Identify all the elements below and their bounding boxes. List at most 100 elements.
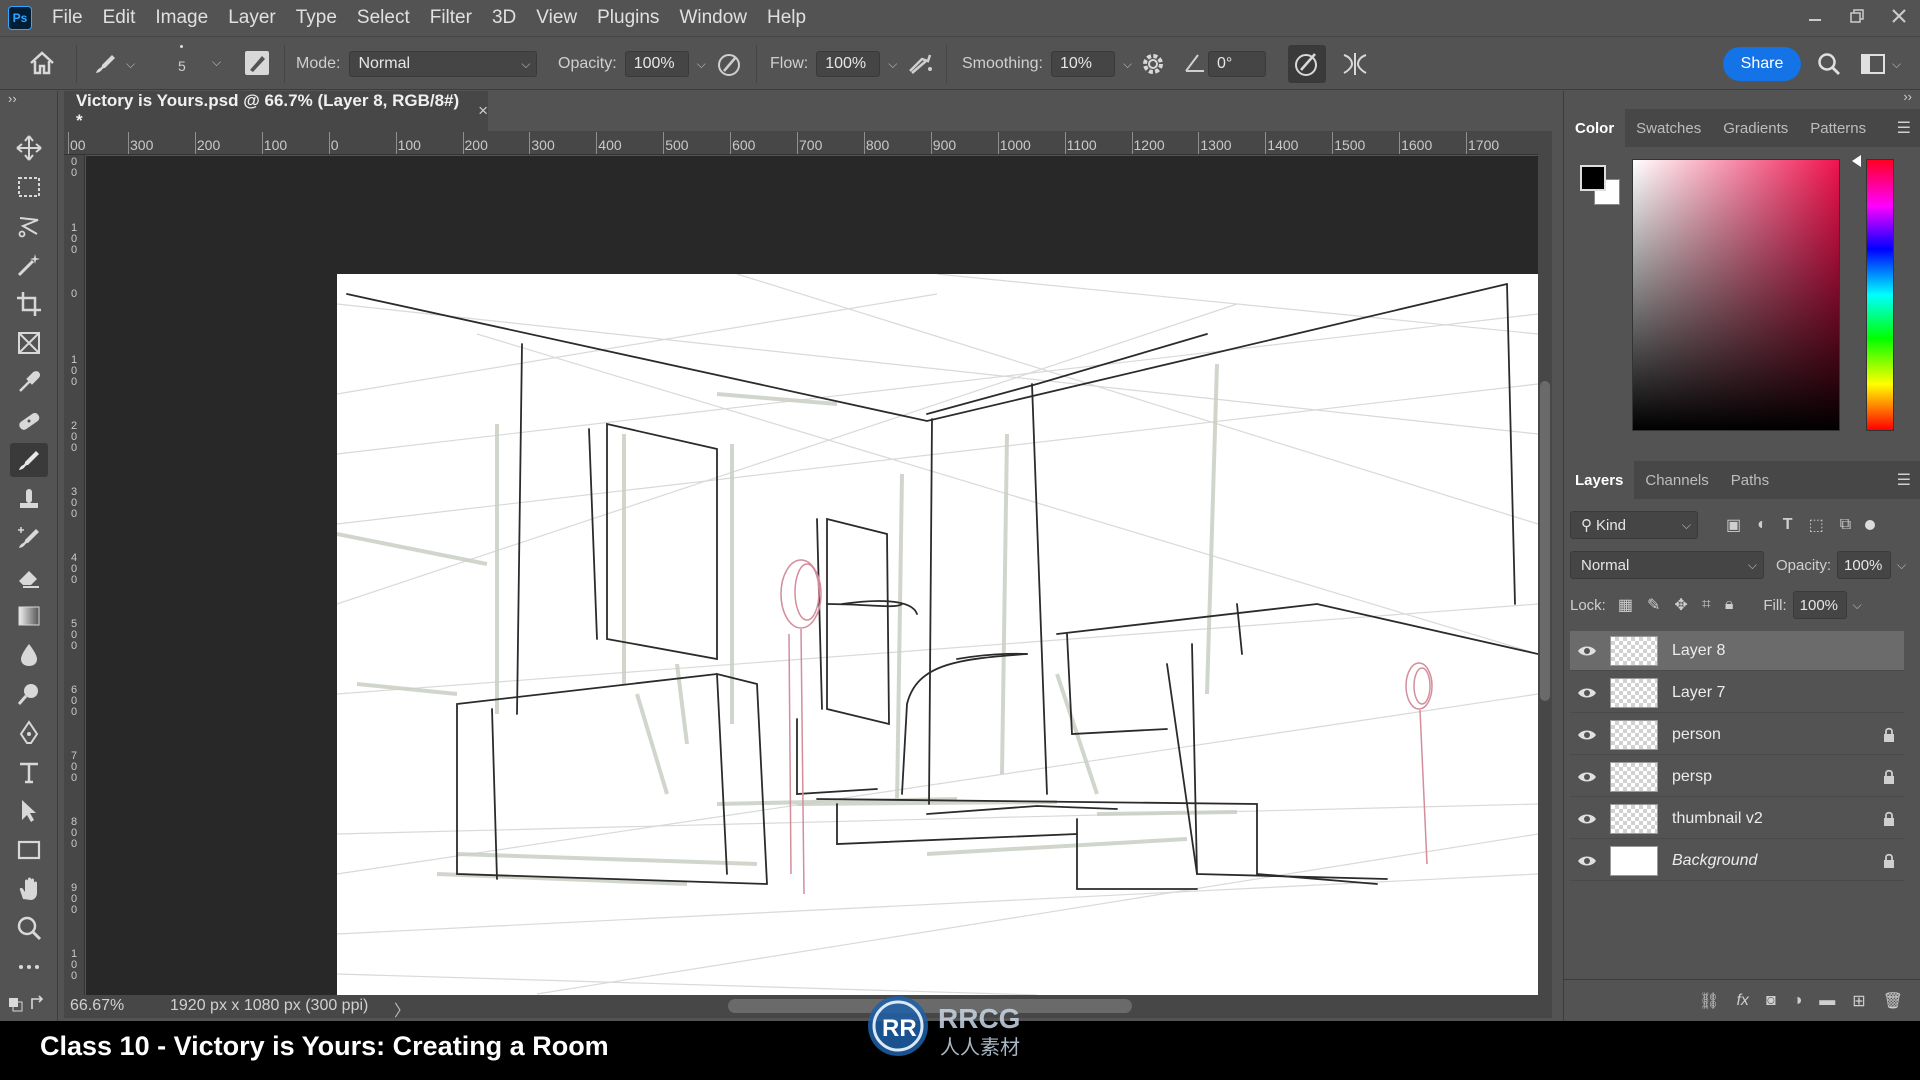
add-mask-icon[interactable]: ◙ — [1766, 992, 1776, 1010]
brush-tool-icon[interactable] — [10, 443, 48, 477]
layer-row[interactable]: Background — [1570, 841, 1904, 881]
menu-layer[interactable]: Layer — [218, 7, 286, 29]
zoom-level[interactable]: 66.67% — [70, 997, 124, 1015]
tab-patterns[interactable]: Patterns — [1799, 109, 1877, 147]
gear-icon[interactable] — [1140, 51, 1166, 77]
tab-swatches[interactable]: Swatches — [1625, 109, 1712, 147]
scroll-thumb[interactable] — [1540, 381, 1550, 701]
image-filter-icon[interactable]: ▣ — [1726, 515, 1741, 535]
filter-toggle-icon[interactable] — [1865, 520, 1876, 530]
eye-icon[interactable] — [1570, 854, 1604, 868]
path-selection-tool-icon[interactable] — [10, 794, 48, 828]
layer-opacity-input[interactable]: 100% — [1837, 551, 1892, 579]
rectangle-tool-icon[interactable] — [10, 833, 48, 867]
lasso-tool-icon[interactable] — [10, 209, 48, 243]
close-icon[interactable]: × — [478, 101, 488, 121]
document-tab[interactable]: Victory is Yours.psd @ 66.7% (Layer 8, R… — [64, 91, 488, 131]
panel-menu-icon[interactable]: ☰ — [1897, 470, 1911, 490]
foreground-color-swatch[interactable] — [1580, 165, 1606, 191]
search-icon[interactable] — [1816, 51, 1842, 77]
new-group-icon[interactable]: ▬ — [1819, 992, 1835, 1010]
layer-row[interactable]: persp — [1570, 757, 1904, 797]
menu-plugins[interactable]: Plugins — [587, 7, 669, 29]
chevron-down-icon[interactable]: ⌵ — [1123, 57, 1132, 72]
layer-filter-select[interactable]: ⚲ Kind ⌵ — [1570, 511, 1698, 539]
photoshop-logo[interactable]: Ps — [8, 5, 32, 30]
adjustment-layer-icon[interactable]: ◑ — [1793, 992, 1803, 1010]
pressure-opacity-icon[interactable] — [716, 51, 744, 77]
zoom-tool-icon[interactable] — [10, 911, 48, 945]
layer-row[interactable]: person — [1570, 715, 1904, 755]
vertical-scrollbar[interactable] — [1538, 131, 1552, 995]
vertical-ruler[interactable]: 0 0 1 0 0 0 1 0 0 2 0 0 3 0 0 4 0 0 5 0 0 6 0 0 7… — [64, 155, 85, 995]
adjustment-filter-icon[interactable]: ◐ — [1757, 516, 1767, 534]
eye-icon[interactable] — [1570, 728, 1604, 742]
clone-stamp-tool-icon[interactable] — [10, 482, 48, 516]
chevron-down-icon[interactable]: ⌵ — [212, 55, 221, 70]
layer-row[interactable]: thumbnail v2 — [1570, 799, 1904, 839]
chevron-down-icon[interactable]: ⌵ — [1853, 598, 1862, 613]
chevron-right-icon[interactable]: 〉 — [394, 997, 410, 1021]
dodge-tool-icon[interactable] — [10, 677, 48, 711]
menu-filter[interactable]: Filter — [420, 7, 482, 29]
minimize-button[interactable] — [1794, 0, 1836, 32]
opacity-input[interactable]: 100% — [624, 51, 689, 77]
eye-icon[interactable] — [1570, 644, 1604, 658]
angle-input[interactable]: 0° — [1208, 51, 1266, 77]
pasteboard[interactable] — [86, 156, 1538, 995]
type-filter-icon[interactable]: T — [1783, 516, 1793, 534]
frame-tool-icon[interactable] — [10, 326, 48, 360]
new-layer-icon[interactable]: ⊞ — [1852, 991, 1865, 1011]
move-tool-icon[interactable] — [10, 131, 48, 165]
restore-button[interactable] — [1836, 0, 1878, 32]
menu-view[interactable]: View — [526, 7, 587, 29]
lock-transparency-icon[interactable]: ▦ — [1618, 595, 1633, 615]
menu-image[interactable]: Image — [145, 7, 218, 29]
menu-3d[interactable]: 3D — [482, 7, 526, 29]
magic-wand-tool-icon[interactable] — [10, 248, 48, 282]
blur-tool-icon[interactable] — [10, 638, 48, 672]
tab-color[interactable]: Color — [1564, 109, 1626, 147]
menu-select[interactable]: Select — [347, 7, 420, 29]
eyedropper-tool-icon[interactable] — [10, 365, 48, 399]
tab-gradients[interactable]: Gradients — [1712, 109, 1799, 147]
eye-icon[interactable] — [1570, 686, 1604, 700]
panel-menu-icon[interactable]: ☰ — [1897, 118, 1911, 138]
document-info[interactable]: 1920 px x 1080 px (300 ppi) — [170, 997, 368, 1015]
eye-icon[interactable] — [1570, 770, 1604, 784]
eraser-tool-icon[interactable] — [10, 560, 48, 594]
link-layers-icon[interactable]: ⛓ — [1699, 991, 1719, 1011]
tab-paths[interactable]: Paths — [1720, 461, 1780, 499]
smart-object-filter-icon[interactable]: ⧉ — [1840, 516, 1851, 534]
horizontal-ruler[interactable]: 00 300 200 100 0 100 200 300 400 500 600 700 800 900 1… — [64, 131, 1550, 155]
eye-icon[interactable] — [1570, 812, 1604, 826]
tab-channels[interactable]: Channels — [1634, 461, 1719, 499]
lock-artboard-icon[interactable]: ⌗ — [1702, 596, 1711, 614]
airbrush-icon[interactable] — [906, 51, 936, 77]
workspace-icon[interactable]: ⌵ — [1860, 51, 1901, 77]
healing-brush-tool-icon[interactable] — [10, 404, 48, 438]
hue-marker-icon[interactable] — [1852, 155, 1861, 167]
brush-size-picker[interactable]: 5 — [178, 45, 186, 74]
lock-position-icon[interactable]: ✥ — [1674, 595, 1687, 615]
smoothing-input[interactable]: 10% — [1050, 51, 1115, 77]
lock-all-icon[interactable]: 🔒︎ — [1725, 596, 1734, 614]
shape-filter-icon[interactable]: ⬚ — [1809, 515, 1824, 535]
chevron-down-icon[interactable]: ⌵ — [888, 57, 897, 72]
hue-slider[interactable] — [1866, 159, 1894, 431]
color-picker-field[interactable] — [1632, 159, 1840, 431]
more-tools-icon[interactable] — [10, 950, 48, 984]
collapse-panels-icon[interactable]: ›› — [1903, 89, 1912, 104]
menu-type[interactable]: Type — [286, 7, 347, 29]
tab-layers[interactable]: Layers — [1564, 461, 1635, 499]
delete-layer-icon[interactable]: 🗑︎ — [1883, 991, 1903, 1011]
pen-tool-icon[interactable] — [10, 716, 48, 750]
layer-row[interactable]: Layer 7 — [1570, 673, 1904, 713]
chevron-down-icon[interactable]: ⌵ — [697, 57, 706, 72]
crop-tool-icon[interactable] — [10, 287, 48, 321]
swap-colors-icon[interactable] — [4, 987, 54, 1021]
chevron-down-icon[interactable]: ⌵ — [1897, 558, 1906, 573]
brush-preset-icon[interactable]: ⌵ — [92, 51, 135, 77]
pressure-size-icon[interactable] — [1288, 45, 1326, 83]
layer-style-icon[interactable]: fx — [1736, 992, 1748, 1010]
